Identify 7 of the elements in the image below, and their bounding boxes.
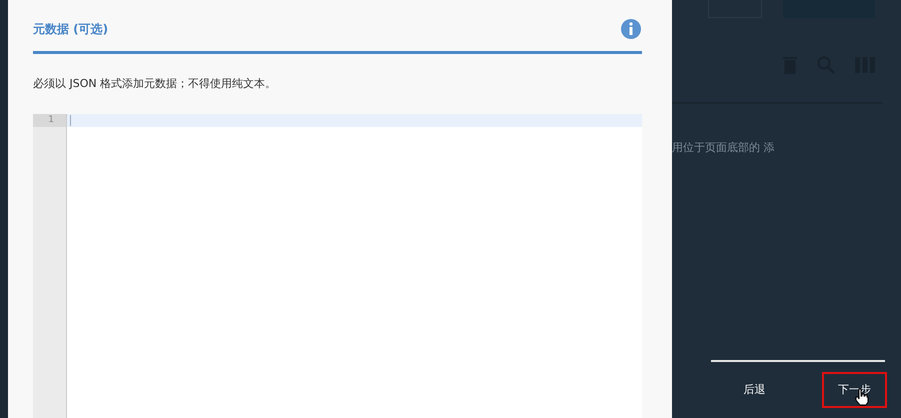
description-text: 必须以 JSON 格式添加元数据；不得使用纯文本。	[33, 76, 276, 92]
line-number: 1	[33, 114, 66, 127]
info-icon[interactable]	[621, 18, 641, 38]
panel-title: 元数据 (可选)	[33, 20, 108, 38]
text-cursor	[70, 115, 71, 126]
dimmed-text: 用位于页面底部的 添	[672, 140, 774, 156]
back-button[interactable]: 后退	[722, 372, 787, 408]
